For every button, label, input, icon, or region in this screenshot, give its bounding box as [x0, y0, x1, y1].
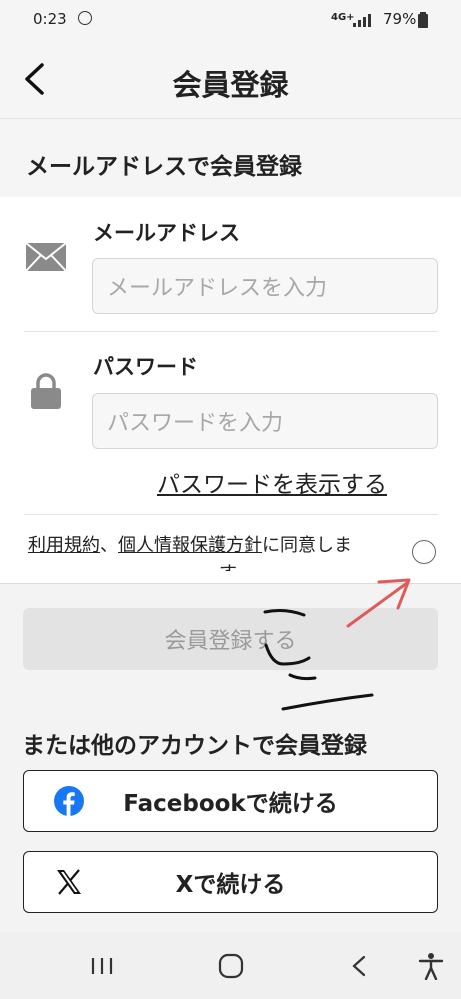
annotation-overlay [263, 578, 411, 711]
section-title: メールアドレスで会員登録 [26, 154, 302, 180]
facebook-button[interactable]: Facebookで続ける [23, 770, 438, 832]
facebook-icon [54, 786, 84, 816]
home-icon[interactable] [218, 953, 244, 979]
show-password-link[interactable]: パスワードを表示する [157, 465, 387, 499]
facebook-label: Facebookで続ける [123, 791, 338, 817]
hotspot-icon [78, 11, 92, 25]
divider [24, 331, 438, 332]
recent-apps-icon[interactable] [90, 956, 114, 976]
status-bar: 0:23 4G+ 79% [0, 0, 461, 40]
system-navigation-bar [0, 932, 461, 999]
x-button[interactable]: Xで続ける [23, 851, 438, 913]
x-logo-icon [57, 869, 81, 895]
password-input[interactable]: パスワードを入力 [92, 393, 438, 449]
battery-percent: 79% [383, 10, 417, 28]
terms-link[interactable]: 利用規約 [28, 535, 100, 556]
divider [24, 514, 438, 515]
section-header: メールアドレスで会員登録 [0, 119, 461, 198]
password-label: パスワード [93, 355, 198, 379]
privacy-policy-link[interactable]: 個人情報保護方針 [118, 535, 262, 556]
consent-separator: 、 [100, 535, 118, 556]
page-title: 会員登録 [172, 68, 289, 102]
signup-form: メールアドレス メールアドレスを入力 パスワード パスワードを入力 パスワードを… [0, 197, 461, 584]
signal-icon [353, 14, 371, 27]
consent-text: に同意しま [262, 535, 352, 556]
consent-line-1: 利用規約、個人情報保護方針に同意しま [28, 531, 352, 557]
lock-icon [31, 373, 61, 409]
email-label: メールアドレス [93, 221, 240, 245]
x-label: Xで続ける [175, 872, 286, 898]
battery-icon [418, 12, 428, 28]
network-indicator: 4G+ [331, 12, 355, 23]
email-input[interactable]: メールアドレスを入力 [92, 258, 438, 314]
alternative-heading: または他のアカウントで会員登録 [22, 733, 367, 759]
accessibility-icon[interactable] [418, 952, 444, 980]
app-header: 会員登録 [0, 40, 461, 119]
mail-icon [25, 242, 67, 272]
nav-back-icon[interactable] [349, 954, 369, 978]
status-time: 0:23 [33, 10, 67, 28]
